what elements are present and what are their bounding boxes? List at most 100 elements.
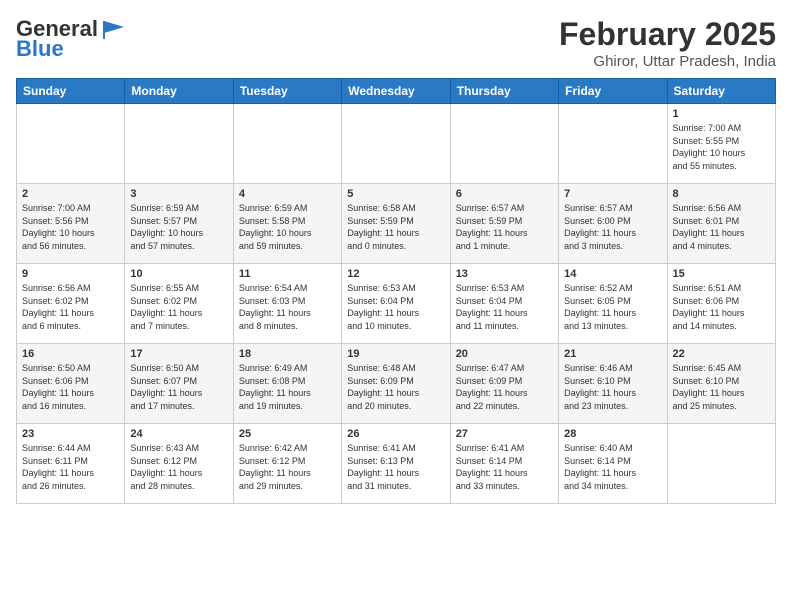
calendar-day-cell: 25 Sunrise: 6:42 AM Sunset: 6:12 PM Dayli… — [233, 424, 341, 504]
calendar-week-row: 9 Sunrise: 6:56 AM Sunset: 6:02 PM Daylig… — [17, 264, 776, 344]
day-info: Sunrise: 6:55 AM Sunset: 6:02 PM Dayligh… — [130, 282, 227, 332]
calendar-day-cell: 10 Sunrise: 6:55 AM Sunset: 6:02 PM Dayli… — [125, 264, 233, 344]
day-number: 25 — [239, 428, 336, 440]
title-block: February 2025 Ghiror, Uttar Pradesh, Ind… — [559, 16, 776, 70]
day-number: 23 — [22, 428, 119, 440]
weekday-header-sunday: Sunday — [17, 79, 125, 104]
day-info: Sunrise: 6:50 AM Sunset: 6:07 PM Dayligh… — [130, 362, 227, 412]
calendar-subtitle: Ghiror, Uttar Pradesh, India — [559, 53, 776, 70]
day-info: Sunrise: 6:44 AM Sunset: 6:11 PM Dayligh… — [22, 442, 119, 492]
day-info: Sunrise: 6:46 AM Sunset: 6:10 PM Dayligh… — [564, 362, 661, 412]
day-info: Sunrise: 6:56 AM Sunset: 6:01 PM Dayligh… — [673, 202, 770, 252]
calendar-day-cell: 5 Sunrise: 6:58 AM Sunset: 5:59 PM Daylig… — [342, 184, 450, 264]
day-number: 26 — [347, 428, 444, 440]
calendar-day-cell: 23 Sunrise: 6:44 AM Sunset: 6:11 PM Dayli… — [17, 424, 125, 504]
day-number: 10 — [130, 268, 227, 280]
calendar-day-cell: 28Sunrise: 6:40 AM Sunset: 6:14 PM Dayli… — [559, 424, 667, 504]
day-number: 2 — [22, 188, 119, 200]
calendar-day-cell — [125, 104, 233, 184]
calendar-day-cell: 9 Sunrise: 6:56 AM Sunset: 6:02 PM Daylig… — [17, 264, 125, 344]
calendar-day-cell: 22 Sunrise: 6:45 AM Sunset: 6:10 PM Dayli… — [667, 344, 775, 424]
day-number: 22 — [673, 348, 770, 360]
day-info: Sunrise: 6:53 AM Sunset: 6:04 PM Dayligh… — [456, 282, 553, 332]
day-info: Sunrise: 6:58 AM Sunset: 5:59 PM Dayligh… — [347, 202, 444, 252]
calendar-day-cell: 18 Sunrise: 6:49 AM Sunset: 6:08 PM Dayli… — [233, 344, 341, 424]
day-number: 11 — [239, 268, 336, 280]
calendar-week-row: 1Sunrise: 7:00 AM Sunset: 5:55 PM Daylig… — [17, 104, 776, 184]
calendar-day-cell: 8 Sunrise: 6:56 AM Sunset: 6:01 PM Daylig… — [667, 184, 775, 264]
day-number: 14 — [564, 268, 661, 280]
day-number: 6 — [456, 188, 553, 200]
calendar-day-cell: 24 Sunrise: 6:43 AM Sunset: 6:12 PM Dayli… — [125, 424, 233, 504]
calendar-day-cell — [559, 104, 667, 184]
page-header: General Blue February 2025 Ghiror, Uttar… — [16, 16, 776, 70]
calendar-day-cell: 20 Sunrise: 6:47 AM Sunset: 6:09 PM Dayli… — [450, 344, 558, 424]
calendar-title: February 2025 — [559, 16, 776, 53]
day-info: Sunrise: 6:56 AM Sunset: 6:02 PM Dayligh… — [22, 282, 119, 332]
day-number: 19 — [347, 348, 444, 360]
day-info: Sunrise: 6:51 AM Sunset: 6:06 PM Dayligh… — [673, 282, 770, 332]
day-number: 7 — [564, 188, 661, 200]
day-number: 8 — [673, 188, 770, 200]
weekday-header-tuesday: Tuesday — [233, 79, 341, 104]
day-info: Sunrise: 6:53 AM Sunset: 6:04 PM Dayligh… — [347, 282, 444, 332]
day-number: 12 — [347, 268, 444, 280]
day-number: 27 — [456, 428, 553, 440]
weekday-header-saturday: Saturday — [667, 79, 775, 104]
day-number: 5 — [347, 188, 444, 200]
day-info: Sunrise: 6:50 AM Sunset: 6:06 PM Dayligh… — [22, 362, 119, 412]
calendar-week-row: 16 Sunrise: 6:50 AM Sunset: 6:06 PM Dayli… — [17, 344, 776, 424]
day-number: 3 — [130, 188, 227, 200]
day-info: Sunrise: 6:45 AM Sunset: 6:10 PM Dayligh… — [673, 362, 770, 412]
calendar-day-cell: 16 Sunrise: 6:50 AM Sunset: 6:06 PM Dayli… — [17, 344, 125, 424]
day-info: Sunrise: 6:47 AM Sunset: 6:09 PM Dayligh… — [456, 362, 553, 412]
calendar-table: SundayMondayTuesdayWednesdayThursdayFrid… — [16, 78, 776, 504]
day-number: 1 — [673, 108, 770, 120]
day-info: Sunrise: 6:41 AM Sunset: 6:13 PM Dayligh… — [347, 442, 444, 492]
day-info: Sunrise: 6:40 AM Sunset: 6:14 PM Dayligh… — [564, 442, 661, 492]
calendar-day-cell: 17 Sunrise: 6:50 AM Sunset: 6:07 PM Dayli… — [125, 344, 233, 424]
day-info: Sunrise: 6:43 AM Sunset: 6:12 PM Dayligh… — [130, 442, 227, 492]
logo-flag-icon — [100, 19, 128, 39]
calendar-day-cell: 15Sunrise: 6:51 AM Sunset: 6:06 PM Dayli… — [667, 264, 775, 344]
calendar-day-cell: 1Sunrise: 7:00 AM Sunset: 5:55 PM Daylig… — [667, 104, 775, 184]
calendar-day-cell — [233, 104, 341, 184]
calendar-day-cell: 26 Sunrise: 6:41 AM Sunset: 6:13 PM Dayli… — [342, 424, 450, 504]
day-info: Sunrise: 6:59 AM Sunset: 5:57 PM Dayligh… — [130, 202, 227, 252]
calendar-day-cell: 19 Sunrise: 6:48 AM Sunset: 6:09 PM Dayli… — [342, 344, 450, 424]
day-info: Sunrise: 6:54 AM Sunset: 6:03 PM Dayligh… — [239, 282, 336, 332]
weekday-header-monday: Monday — [125, 79, 233, 104]
day-number: 4 — [239, 188, 336, 200]
calendar-day-cell: 13 Sunrise: 6:53 AM Sunset: 6:04 PM Dayli… — [450, 264, 558, 344]
weekday-header-friday: Friday — [559, 79, 667, 104]
calendar-day-cell: 6Sunrise: 6:57 AM Sunset: 5:59 PM Daylig… — [450, 184, 558, 264]
day-number: 24 — [130, 428, 227, 440]
calendar-day-cell: 4Sunrise: 6:59 AM Sunset: 5:58 PM Daylig… — [233, 184, 341, 264]
day-number: 13 — [456, 268, 553, 280]
calendar-day-cell: 14 Sunrise: 6:52 AM Sunset: 6:05 PM Dayli… — [559, 264, 667, 344]
day-number: 18 — [239, 348, 336, 360]
day-info: Sunrise: 6:42 AM Sunset: 6:12 PM Dayligh… — [239, 442, 336, 492]
calendar-day-cell — [667, 424, 775, 504]
day-info: Sunrise: 6:52 AM Sunset: 6:05 PM Dayligh… — [564, 282, 661, 332]
calendar-day-cell: 3 Sunrise: 6:59 AM Sunset: 5:57 PM Daylig… — [125, 184, 233, 264]
calendar-day-cell — [450, 104, 558, 184]
calendar-week-row: 23 Sunrise: 6:44 AM Sunset: 6:11 PM Dayli… — [17, 424, 776, 504]
day-number: 16 — [22, 348, 119, 360]
logo-blue: Blue — [16, 36, 64, 62]
weekday-header-thursday: Thursday — [450, 79, 558, 104]
calendar-day-cell: 12 Sunrise: 6:53 AM Sunset: 6:04 PM Dayli… — [342, 264, 450, 344]
day-info: Sunrise: 7:00 AM Sunset: 5:56 PM Dayligh… — [22, 202, 119, 252]
calendar-day-cell: 21Sunrise: 6:46 AM Sunset: 6:10 PM Dayli… — [559, 344, 667, 424]
calendar-day-cell: 7 Sunrise: 6:57 AM Sunset: 6:00 PM Daylig… — [559, 184, 667, 264]
logo: General Blue — [16, 16, 128, 62]
day-number: 9 — [22, 268, 119, 280]
day-number: 20 — [456, 348, 553, 360]
calendar-week-row: 2 Sunrise: 7:00 AM Sunset: 5:56 PM Daylig… — [17, 184, 776, 264]
weekday-header-row: SundayMondayTuesdayWednesdayThursdayFrid… — [17, 79, 776, 104]
day-info: Sunrise: 6:57 AM Sunset: 6:00 PM Dayligh… — [564, 202, 661, 252]
day-number: 17 — [130, 348, 227, 360]
day-info: Sunrise: 6:49 AM Sunset: 6:08 PM Dayligh… — [239, 362, 336, 412]
day-info: Sunrise: 6:48 AM Sunset: 6:09 PM Dayligh… — [347, 362, 444, 412]
calendar-day-cell: 27Sunrise: 6:41 AM Sunset: 6:14 PM Dayli… — [450, 424, 558, 504]
